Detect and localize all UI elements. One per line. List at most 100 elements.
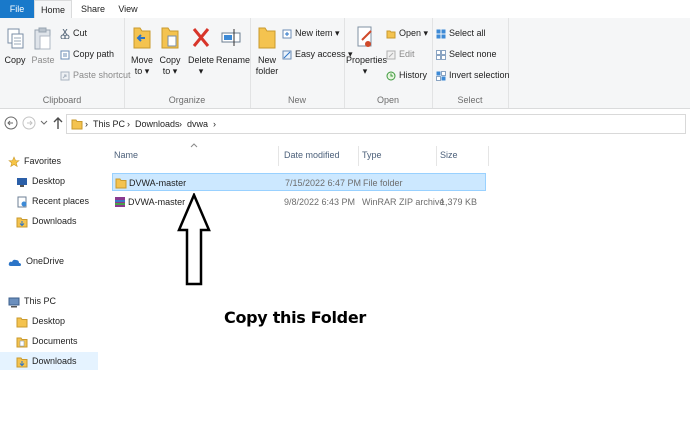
history-button[interactable]: History xyxy=(386,68,427,82)
star-icon xyxy=(8,155,20,167)
properties-button[interactable]: Properties ▾ xyxy=(346,24,388,77)
paste-shortcut-button[interactable]: Paste shortcut xyxy=(60,68,131,82)
nav-item-label: Desktop xyxy=(32,316,66,326)
column-divider[interactable] xyxy=(488,146,489,166)
copy-to-label-2: to xyxy=(162,66,171,76)
file-row[interactable]: DVWA-master 7/15/2022 6:47 PM File folde… xyxy=(112,173,486,191)
select-all-button[interactable]: Select all xyxy=(436,26,486,40)
breadcrumb-this-pc[interactable]: This PC xyxy=(93,119,125,129)
nav-item-pc-desktop[interactable]: Desktop xyxy=(16,312,65,330)
address-bar-row: › This PC › Downloads › dvwa › xyxy=(0,110,690,138)
delete-button[interactable]: Delete ▾ xyxy=(188,24,214,77)
invert-selection-button[interactable]: Invert selection xyxy=(436,68,510,82)
nav-item-downloads[interactable]: Downloads xyxy=(16,212,77,230)
up-arrow-icon xyxy=(53,117,63,129)
new-item-label: New item xyxy=(295,28,333,38)
tab-view[interactable]: View xyxy=(112,0,144,18)
back-button[interactable] xyxy=(4,116,18,133)
properties-label: Properties xyxy=(346,55,388,65)
nav-favorites[interactable]: Favorites xyxy=(8,152,61,170)
select-none-button[interactable]: Select none xyxy=(436,47,497,61)
sort-up-icon xyxy=(190,143,198,148)
move-to-button[interactable]: Move to ▾ xyxy=(130,24,154,77)
new-item-icon xyxy=(282,29,292,39)
file-row[interactable]: DVWA-master 9/8/2022 6:43 PM WinRAR ZIP … xyxy=(112,193,486,211)
nav-this-pc-label: This PC xyxy=(24,296,57,306)
nav-item-label: Documents xyxy=(32,336,78,346)
file-size: 1,379 KB xyxy=(440,197,478,207)
column-divider[interactable] xyxy=(278,146,279,166)
tab-home[interactable]: Home xyxy=(34,0,72,18)
column-header-type[interactable]: Type xyxy=(362,150,382,160)
column-divider[interactable] xyxy=(436,146,437,166)
recent-places-icon xyxy=(17,196,27,208)
invert-selection-label: Invert selection xyxy=(449,70,510,80)
breadcrumb-downloads[interactable]: Downloads xyxy=(135,119,180,129)
copy-button[interactable]: Copy xyxy=(4,26,26,66)
recent-locations-button[interactable] xyxy=(40,119,48,129)
select-group: Select all Select none Invert selection … xyxy=(432,18,510,108)
file-type: WinRAR ZIP archive xyxy=(362,197,445,207)
clipboard-group-label: Clipboard xyxy=(42,95,82,105)
cut-button[interactable]: Cut xyxy=(60,26,87,40)
copy-to-button[interactable]: Copy to ▾ xyxy=(158,24,182,77)
breadcrumb-separator-icon: › xyxy=(127,119,130,129)
file-type: File folder xyxy=(363,178,403,188)
nav-onedrive[interactable]: OneDrive xyxy=(8,252,64,270)
breadcrumb-separator-icon: › xyxy=(85,119,88,129)
rename-button[interactable]: Rename xyxy=(216,24,250,66)
nav-this-pc[interactable]: This PC xyxy=(8,292,56,310)
select-none-icon xyxy=(436,49,446,60)
new-folder-label: New xyxy=(257,55,276,65)
back-arrow-icon xyxy=(4,116,18,130)
desktop-icon xyxy=(17,177,27,187)
open-icon xyxy=(386,30,396,39)
tab-share[interactable]: Share xyxy=(76,0,110,18)
easy-access-label: Easy access xyxy=(295,49,346,59)
edit-icon xyxy=(386,50,396,60)
easy-access-button[interactable]: Easy access ▾ xyxy=(282,47,353,61)
paste-button[interactable]: Paste xyxy=(30,26,56,66)
select-group-label: Select xyxy=(457,95,483,105)
copy-path-button[interactable]: Copy path xyxy=(60,47,114,61)
nav-item-label: Downloads xyxy=(32,216,77,226)
file-list: Name Date modified Type Size DVWA-master… xyxy=(106,140,690,440)
folder-icon xyxy=(16,317,28,328)
edit-button[interactable]: Edit xyxy=(386,47,415,61)
forward-button[interactable] xyxy=(22,116,36,133)
nav-item-recent-places[interactable]: Recent places xyxy=(16,192,89,210)
open-button[interactable]: Open ▾ xyxy=(386,26,428,40)
folder-icon xyxy=(71,119,83,130)
delete-icon xyxy=(192,28,210,47)
nav-item-pc-downloads[interactable]: Downloads xyxy=(0,352,98,370)
new-item-button[interactable]: New item ▾ xyxy=(282,26,340,40)
forward-arrow-icon xyxy=(22,116,36,130)
copy-icon xyxy=(7,28,24,49)
file-date: 7/15/2022 6:47 PM xyxy=(285,178,362,188)
nav-favorites-label: Favorites xyxy=(24,156,62,166)
computer-icon xyxy=(8,297,20,308)
tab-file[interactable]: File xyxy=(0,0,34,18)
column-divider[interactable] xyxy=(358,146,359,166)
downloads-folder-icon xyxy=(16,357,28,368)
navigation-pane: Favorites Desktop Recent places Download… xyxy=(0,140,106,440)
paste-icon xyxy=(34,27,51,50)
easy-access-icon xyxy=(282,50,292,60)
scissors-icon xyxy=(60,28,70,40)
breadcrumb-separator-icon: › xyxy=(213,119,216,129)
breadcrumb-dvwa[interactable]: dvwa xyxy=(187,119,208,129)
up-button[interactable] xyxy=(52,116,64,133)
paste-label: Paste xyxy=(31,55,55,65)
nav-item-desktop[interactable]: Desktop xyxy=(16,172,65,190)
address-bar[interactable]: › This PC › Downloads › dvwa › xyxy=(66,114,686,134)
column-header-size[interactable]: Size xyxy=(440,150,458,160)
edit-label: Edit xyxy=(399,49,415,59)
move-to-icon xyxy=(133,27,151,49)
file-name: DVWA-master xyxy=(129,178,187,188)
new-folder-button[interactable]: New folder xyxy=(254,24,280,77)
organize-group: Move to ▾ Copy to ▾ Delete ▾ Rename Organiz… xyxy=(124,18,251,108)
chevron-down-icon xyxy=(40,120,48,125)
nav-item-pc-documents[interactable]: Documents xyxy=(16,332,78,350)
column-header-name[interactable]: Name xyxy=(114,150,138,160)
column-header-date[interactable]: Date modified xyxy=(284,150,340,160)
